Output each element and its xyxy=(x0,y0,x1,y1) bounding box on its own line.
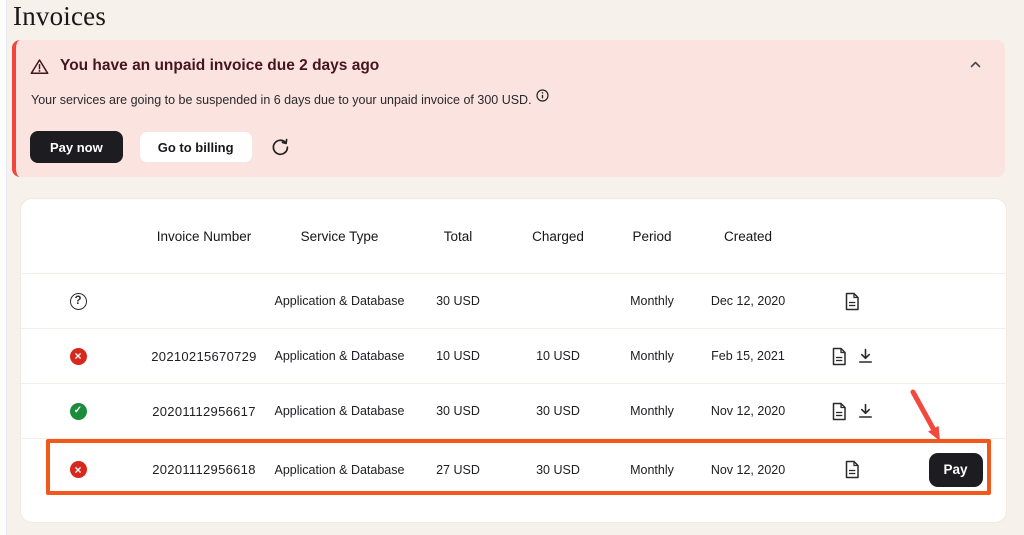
charged-column-header: Charged xyxy=(510,229,606,244)
status-cell: × xyxy=(21,348,135,365)
invoices-table-card: Invoice Number Service Type Total Charge… xyxy=(20,198,1007,523)
pay-now-button[interactable]: Pay now xyxy=(30,131,123,163)
period-cell: Monthly xyxy=(606,349,698,363)
table-row: × 20210215670729 Application & Database … xyxy=(21,329,1006,384)
document-icon[interactable] xyxy=(830,401,848,422)
service-type-cell: Application & Database xyxy=(273,404,406,418)
table-body: ? Application & Database 30 USD Monthly … xyxy=(21,274,1006,500)
actions-cell xyxy=(798,291,905,312)
alert-title: You have an unpaid invoice due 2 days ag… xyxy=(60,57,379,75)
table-row: ✓ 20201112956617 Application & Database … xyxy=(21,384,1006,439)
document-icon[interactable] xyxy=(843,459,861,480)
refresh-icon[interactable] xyxy=(269,136,292,159)
alert-actions: Pay now Go to billing xyxy=(30,131,292,163)
info-icon[interactable] xyxy=(536,89,549,102)
alert-header: You have an unpaid invoice due 2 days ag… xyxy=(16,40,1005,75)
go-to-billing-button[interactable]: Go to billing xyxy=(139,131,253,163)
service-type-cell: Application & Database xyxy=(273,294,406,308)
actions-cell xyxy=(798,346,905,367)
period-column-header: Period xyxy=(606,229,698,244)
alert-body-text: Your services are going to be suspended … xyxy=(31,93,532,107)
total-column-header: Total xyxy=(406,229,510,244)
period-cell: Monthly xyxy=(606,404,698,418)
table-header-row: Invoice Number Service Type Total Charge… xyxy=(21,199,1006,274)
invoice-number-cell: 20201112956617 xyxy=(135,404,273,419)
download-icon[interactable] xyxy=(857,402,874,420)
warning-triangle-icon xyxy=(30,58,49,75)
chevron-up-icon[interactable] xyxy=(966,57,984,71)
created-cell: Dec 12, 2020 xyxy=(698,294,798,308)
charged-cell: 30 USD xyxy=(510,404,606,418)
created-cell: Nov 12, 2020 xyxy=(698,404,798,418)
download-icon[interactable] xyxy=(857,347,874,365)
table-row: × 20201112956618 Application & Database … xyxy=(21,439,1006,500)
error-status-icon: × xyxy=(70,348,87,365)
question-status-icon: ? xyxy=(70,293,87,310)
status-cell: × xyxy=(21,461,135,478)
left-panel-edge xyxy=(0,0,7,535)
created-cell: Feb 15, 2021 xyxy=(698,349,798,363)
total-cell: 10 USD xyxy=(406,349,510,363)
total-cell: 30 USD xyxy=(406,294,510,308)
invoice-number-cell: 20201112956618 xyxy=(135,462,273,477)
invoice-number-column-header: Invoice Number xyxy=(135,229,273,244)
actions-cell xyxy=(798,401,905,422)
action-cell: Pay xyxy=(905,453,1006,487)
success-status-icon: ✓ xyxy=(70,403,87,420)
period-cell: Monthly xyxy=(606,463,698,477)
status-cell: ✓ xyxy=(21,403,135,420)
page-title: Invoices xyxy=(13,1,106,32)
invoice-number-cell: 20210215670729 xyxy=(135,349,273,364)
actions-cell xyxy=(798,459,905,480)
document-icon[interactable] xyxy=(843,291,861,312)
unpaid-invoice-alert: You have an unpaid invoice due 2 days ag… xyxy=(12,40,1005,177)
alert-body: Your services are going to be suspended … xyxy=(16,75,1005,107)
created-column-header: Created xyxy=(698,229,798,244)
total-cell: 27 USD xyxy=(406,463,510,477)
charged-cell: 30 USD xyxy=(510,463,606,477)
table-row: ? Application & Database 30 USD Monthly … xyxy=(21,274,1006,329)
document-icon[interactable] xyxy=(830,346,848,367)
period-cell: Monthly xyxy=(606,294,698,308)
service-type-cell: Application & Database xyxy=(273,349,406,363)
pay-button[interactable]: Pay xyxy=(929,453,983,487)
created-cell: Nov 12, 2020 xyxy=(698,463,798,477)
total-cell: 30 USD xyxy=(406,404,510,418)
service-type-cell: Application & Database xyxy=(273,463,406,477)
error-status-icon: × xyxy=(70,461,87,478)
charged-cell: 10 USD xyxy=(510,349,606,363)
service-type-column-header: Service Type xyxy=(273,229,406,244)
status-cell: ? xyxy=(21,293,135,310)
